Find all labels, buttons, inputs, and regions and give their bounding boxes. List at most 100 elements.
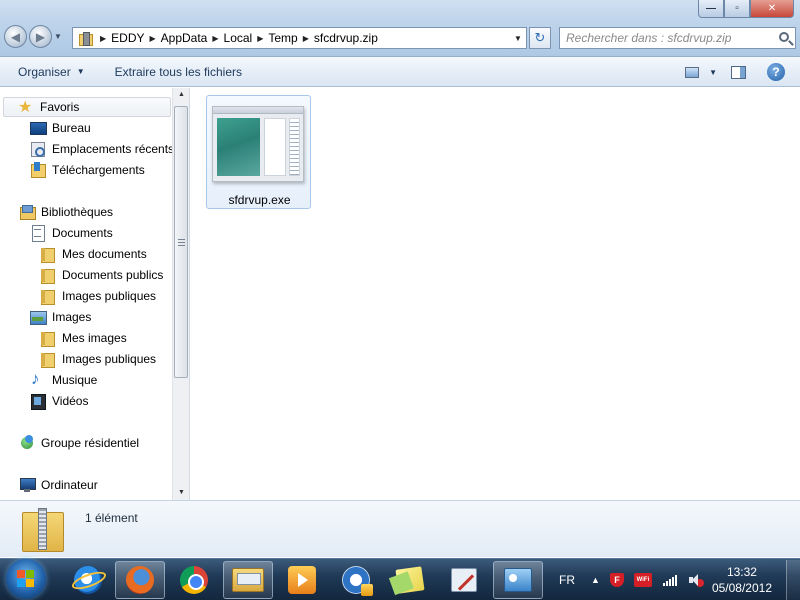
breadcrumb-local[interactable]: Local <box>224 31 253 45</box>
clock[interactable]: 13:32 05/08/2012 <box>712 564 772 596</box>
back-arrow-icon: ◀ <box>10 29 21 44</box>
volume-muted-icon[interactable] <box>688 573 704 587</box>
extract-all-button[interactable]: Extraire tous les fichiers <box>94 57 251 87</box>
breadcrumb-separator[interactable]: ▶ <box>212 34 218 43</box>
show-hidden-icons-button[interactable]: ▲ <box>591 575 600 585</box>
zip-folder-icon <box>20 506 64 552</box>
folder-icon <box>40 267 56 284</box>
sidebar-item-label: Musique <box>52 373 98 387</box>
views-dropdown[interactable]: ▼ <box>709 68 717 77</box>
documents-icon <box>30 225 46 242</box>
navigation-buttons: ◀ ▶ ▼ <box>4 25 62 48</box>
file-name: sfdrvup.exe <box>228 193 291 207</box>
taskbar-media-player[interactable] <box>277 561 327 599</box>
file-item[interactable]: sfdrvup.exe <box>206 95 311 209</box>
taskbar-snipping-tool[interactable] <box>439 561 489 599</box>
sidebar-item-label: Téléchargements <box>52 163 145 177</box>
sidebar-item-videos[interactable]: Vidéos <box>30 391 88 411</box>
folder-icon <box>40 288 56 305</box>
close-button[interactable]: ✕ <box>750 0 794 18</box>
window-title-bar: — ▫ ✕ ◀ ▶ ▼ ▶ EDDY ▶ AppData ▶ Local ▶ T… <box>0 0 800 57</box>
sidebar-item-homegroup[interactable]: Groupe résidentiel <box>19 433 139 453</box>
recent-pages-dropdown[interactable]: ▼ <box>54 32 62 41</box>
breadcrumb-separator[interactable]: ▶ <box>303 34 309 43</box>
sidebar-item-pictures[interactable]: Images <box>30 307 91 327</box>
breadcrumb-separator[interactable]: ▶ <box>150 34 156 43</box>
scrollbar-thumb[interactable] <box>174 106 188 378</box>
clock-date: 05/08/2012 <box>711 581 772 595</box>
sidebar-item-music[interactable]: Musique <box>30 369 98 390</box>
forward-button[interactable]: ▶ <box>29 25 52 48</box>
antivirus-shield-icon[interactable]: F <box>609 573 624 587</box>
zip-folder-icon <box>77 31 95 46</box>
taskbar-control-panel[interactable] <box>493 561 543 599</box>
maximize-button[interactable]: ▫ <box>724 0 750 18</box>
address-bar[interactable]: ▶ EDDY ▶ AppData ▶ Local ▶ Temp ▶ sfcdrv… <box>72 27 527 49</box>
taskbar-firefox[interactable] <box>115 561 165 599</box>
folder-icon <box>40 246 56 263</box>
preview-pane-icon[interactable] <box>731 65 746 79</box>
sticky-notes-icon <box>395 566 425 594</box>
extract-all-label: Extraire tous les fichiers <box>114 64 242 79</box>
back-button[interactable]: ◀ <box>4 25 27 48</box>
chrome-icon <box>180 566 208 594</box>
address-dropdown-button[interactable]: ▼ <box>510 34 526 43</box>
navigation-scrollbar[interactable]: ▲ ▼ <box>172 88 189 500</box>
sidebar-item-public-documents[interactable]: Documents publics <box>40 265 163 285</box>
sidebar-item-bureau[interactable]: Bureau <box>30 118 91 138</box>
language-indicator[interactable]: FR <box>559 573 575 587</box>
sidebar-item-documents[interactable]: Documents <box>30 223 113 243</box>
grip-icon <box>178 239 185 246</box>
breadcrumb-temp[interactable]: Temp <box>268 31 297 45</box>
breadcrumb-separator[interactable]: ▶ <box>257 34 263 43</box>
help-icon[interactable]: ? <box>767 63 785 81</box>
internet-explorer-icon <box>74 566 102 594</box>
pictures-icon <box>30 309 47 325</box>
scroll-up-button[interactable]: ▲ <box>173 88 190 102</box>
desktop-icon <box>30 120 47 136</box>
sidebar-item-label: Mes images <box>62 331 127 345</box>
downloads-icon <box>30 162 46 178</box>
sidebar-item-computer[interactable]: Ordinateur <box>19 475 98 495</box>
taskbar-ccleaner[interactable] <box>331 561 381 599</box>
breadcrumb-zip[interactable]: sfcdrvup.zip <box>314 31 378 45</box>
sidebar-item-label: Images publiques <box>62 352 157 366</box>
taskbar: FR ▲ F WiFi 13:32 05/08/2012 <box>0 558 800 600</box>
organize-menu[interactable]: Organiser ▼ <box>0 57 94 87</box>
sidebar-item-my-pictures[interactable]: Mes images <box>40 328 127 348</box>
search-input[interactable] <box>566 31 766 45</box>
recent-places-icon <box>30 141 46 157</box>
wifi-icon[interactable]: WiFi <box>633 573 652 587</box>
taskbar-internet-explorer[interactable] <box>63 561 113 599</box>
taskbar-chrome[interactable] <box>169 561 219 599</box>
breadcrumb-separator[interactable]: ▶ <box>100 34 106 43</box>
sidebar-item-public-pictures-2[interactable]: Images publiques <box>40 349 156 369</box>
change-view-icon[interactable] <box>685 66 700 78</box>
details-pane: 1 élément <box>0 500 800 557</box>
sidebar-item-downloads[interactable]: Téléchargements <box>30 160 145 180</box>
sidebar-item-libraries[interactable]: Bibliothèques <box>19 202 113 222</box>
sidebar-item-public-pictures[interactable]: Images publiques <box>40 286 156 306</box>
window-caption-buttons: — ▫ ✕ <box>698 0 794 18</box>
sidebar-item-favoris[interactable]: Favoris <box>3 97 171 117</box>
start-button[interactable] <box>6 559 46 599</box>
scroll-down-button[interactable]: ▼ <box>173 486 190 500</box>
sidebar-item-recent-places[interactable]: Emplacements récents <box>30 139 174 159</box>
show-desktop-button[interactable] <box>786 560 800 600</box>
breadcrumb-eddy[interactable]: EDDY <box>111 31 144 45</box>
minimize-button[interactable]: — <box>698 0 724 18</box>
sidebar-item-label: Vidéos <box>52 394 89 408</box>
sidebar-item-my-documents[interactable]: Mes documents <box>40 244 147 264</box>
ccleaner-icon <box>342 566 373 596</box>
taskbar-sticky-notes[interactable] <box>385 561 435 599</box>
breadcrumb-appdata[interactable]: AppData <box>161 31 208 45</box>
windows-explorer-icon <box>232 568 264 592</box>
sidebar-item-label: Documents publics <box>62 268 164 282</box>
refresh-button[interactable]: ↻ <box>529 27 551 49</box>
navigation-pane: Favoris Bureau Emplacements récents Télé… <box>0 88 188 500</box>
signal-strength-icon[interactable] <box>662 573 678 587</box>
search-box[interactable] <box>559 27 796 49</box>
taskbar-windows-explorer[interactable] <box>223 561 273 599</box>
folder-icon <box>40 351 56 368</box>
search-icon[interactable] <box>779 32 789 42</box>
